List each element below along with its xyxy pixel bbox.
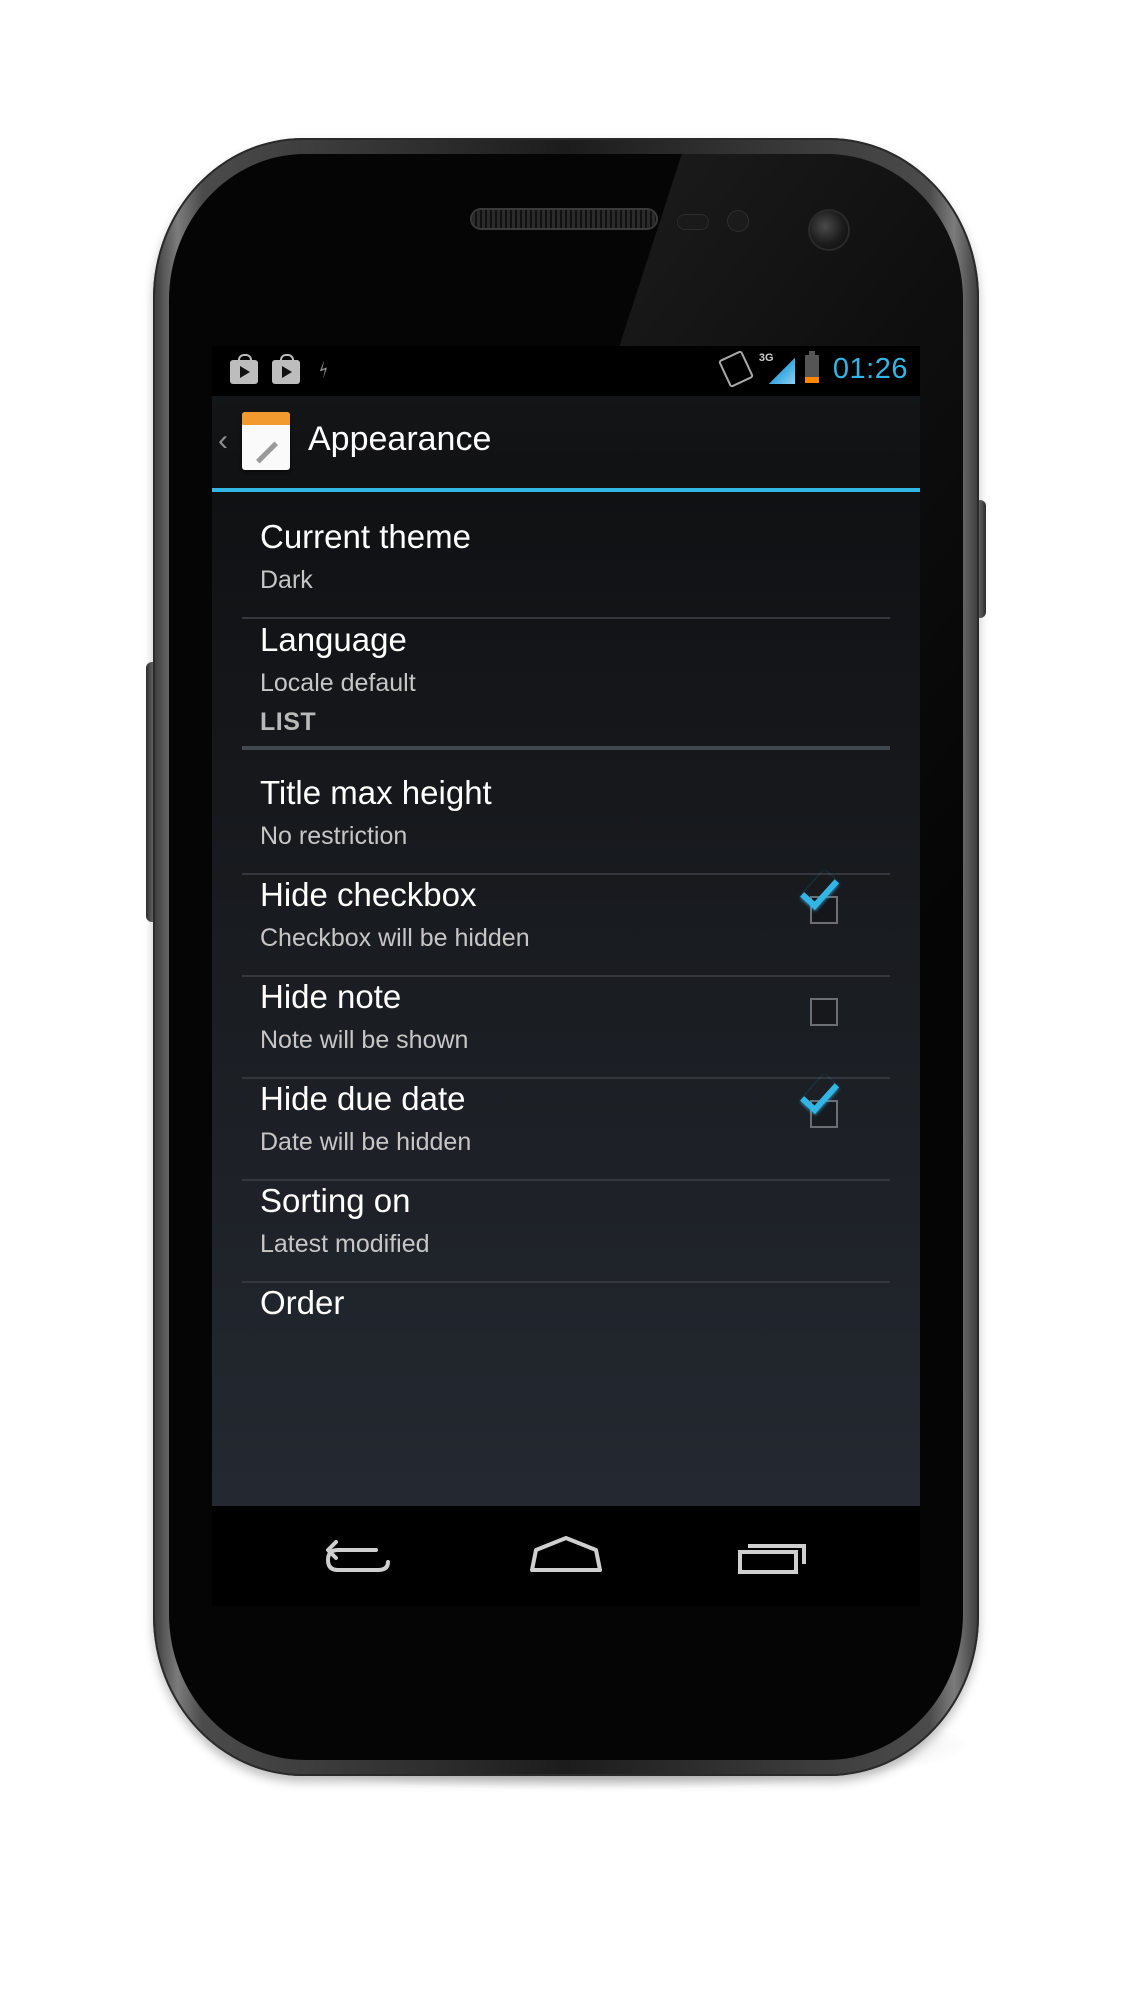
front-camera (810, 211, 848, 249)
pref-title: Order (260, 1284, 345, 1321)
pref-summary: No restriction (260, 822, 408, 850)
checkmark-icon (800, 1073, 840, 1114)
action-bar: ‹ Appearance (212, 396, 920, 492)
battery-icon (804, 351, 819, 383)
earpiece-speaker (472, 210, 656, 228)
up-navigation-icon[interactable]: ‹ (218, 424, 228, 458)
pref-summary: Dark (260, 566, 313, 594)
pref-summary: Latest modified (260, 1230, 430, 1258)
status-bar: ⚡ 3G 01:26 (212, 346, 920, 396)
hide-due-date-checkbox[interactable] (800, 1073, 840, 1128)
recent-apps-icon[interactable] (732, 1530, 812, 1580)
play-store-icon (230, 354, 258, 384)
pref-title: Hide note (260, 978, 402, 1015)
category-header-list: LIST (242, 698, 890, 750)
signal-3g-icon: 3G (759, 352, 795, 386)
pref-title: Language (260, 621, 407, 658)
pref-title: Hide checkbox (260, 876, 477, 913)
pref-summary: Date will be hidden (260, 1128, 472, 1156)
notepad-icon[interactable] (242, 412, 290, 470)
hide-note-checkbox[interactable] (810, 998, 838, 1026)
pref-title: Hide due date (260, 1080, 466, 1117)
proximity-sensor (678, 215, 708, 229)
light-sensor (728, 211, 748, 231)
phone-screen: ⚡ 3G 01:26 ‹ Appearance Current theme Da… (212, 346, 920, 1606)
pref-title: Current theme (260, 518, 471, 555)
preferences-list: Current theme Dark Language Locale defau… (212, 492, 920, 1506)
pref-title: Sorting on (260, 1182, 411, 1219)
pref-title: Title max height (260, 774, 492, 811)
usb-icon: ⚡ (313, 357, 335, 382)
category-label: LIST (260, 708, 317, 736)
vibrate-icon (717, 349, 755, 389)
pref-order[interactable]: Order (242, 1258, 890, 1385)
pref-summary: Checkbox will be hidden (260, 924, 530, 952)
status-clock: 01:26 (832, 352, 908, 385)
checkmark-icon (800, 869, 840, 910)
navigation-bar (212, 1506, 920, 1606)
pref-summary: Note will be shown (260, 1026, 469, 1054)
page-title: Appearance (308, 420, 492, 458)
play-store-icon (272, 354, 300, 384)
pref-summary: Locale default (260, 669, 416, 697)
home-icon[interactable] (526, 1530, 606, 1580)
back-icon[interactable] (316, 1530, 396, 1580)
hide-checkbox-checkbox[interactable] (800, 869, 840, 924)
